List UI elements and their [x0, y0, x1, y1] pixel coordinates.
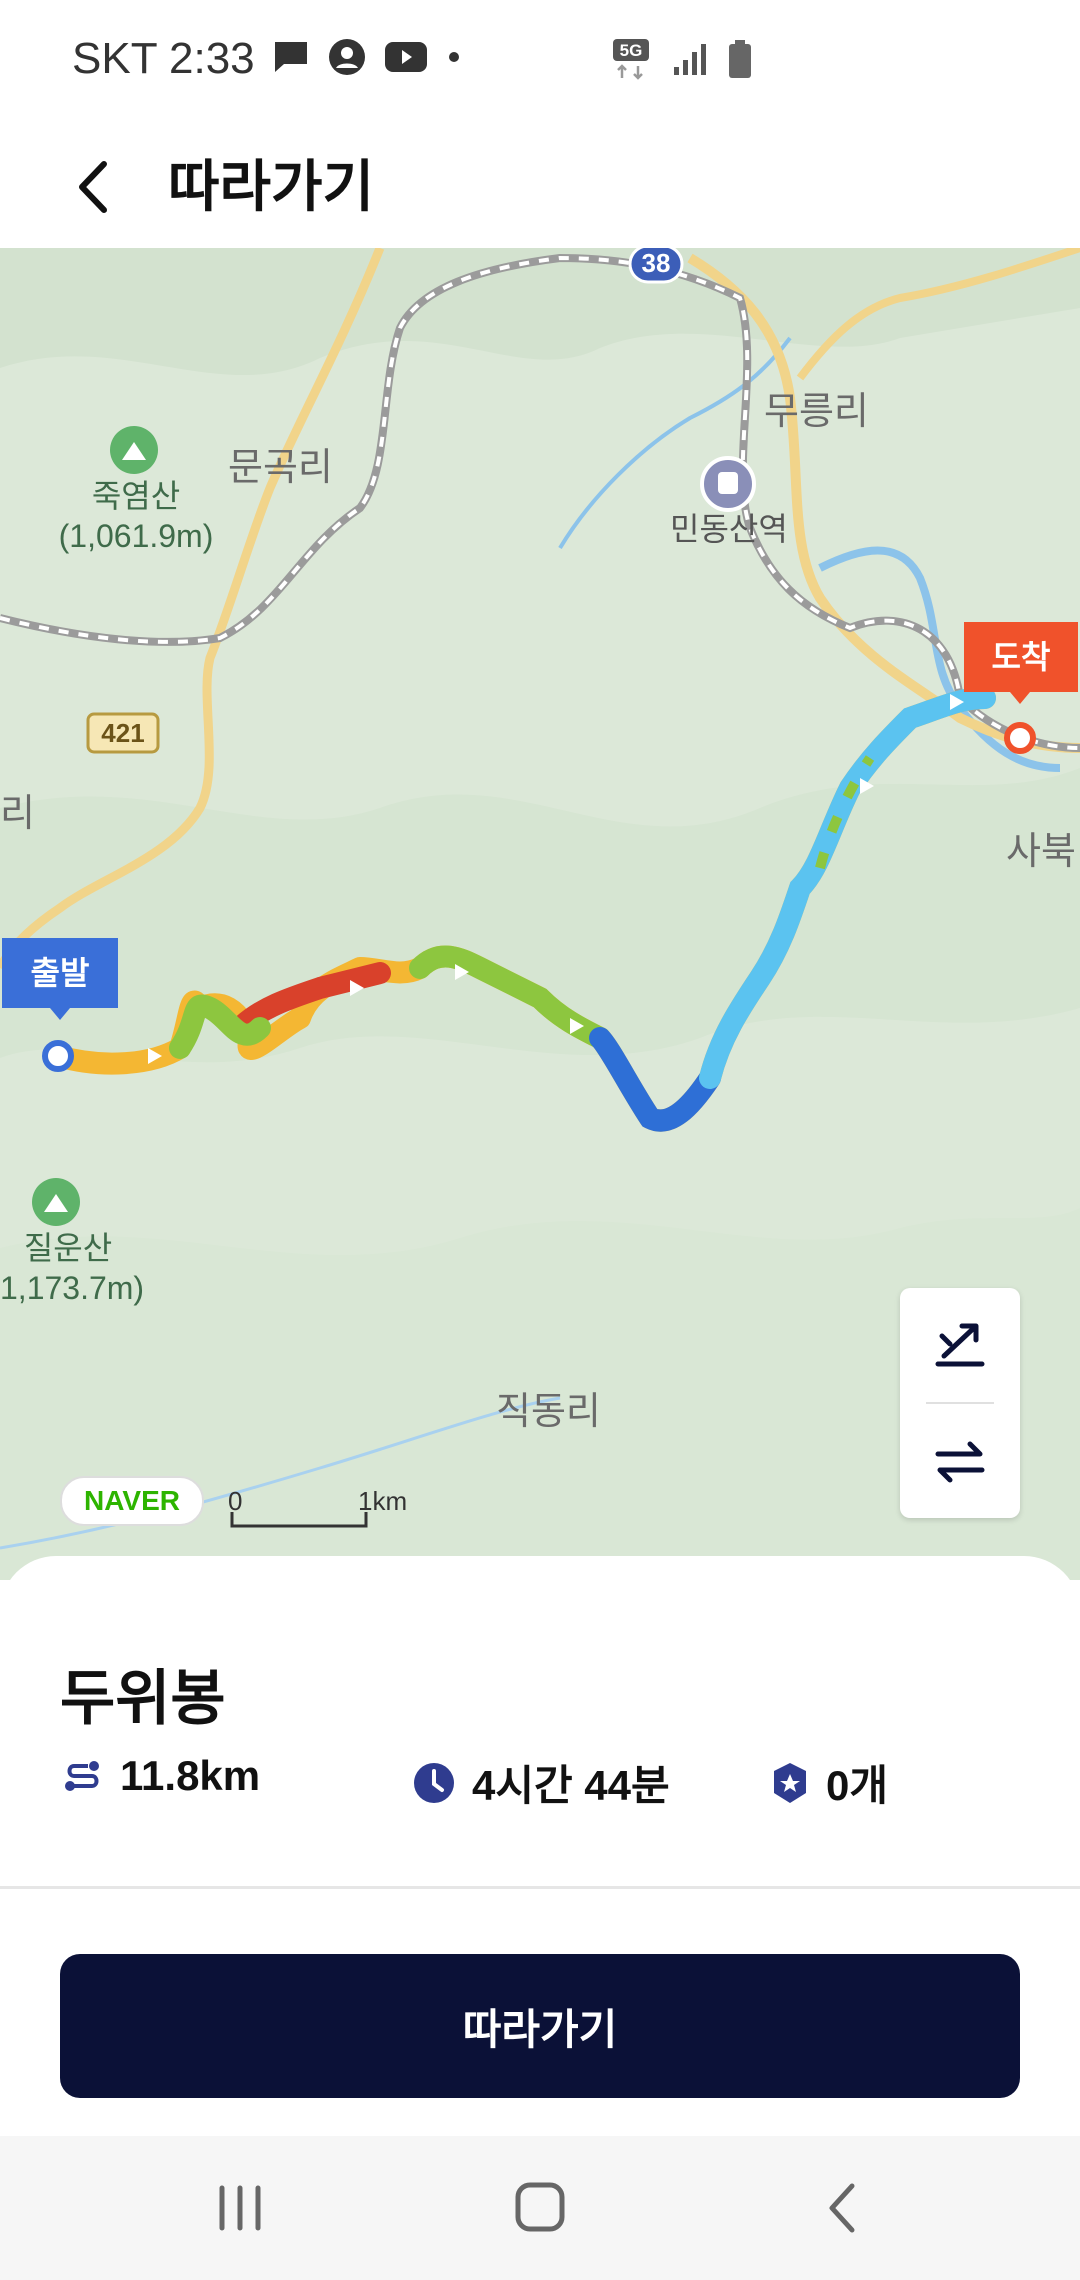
battery-icon [729, 40, 751, 78]
place-label-mureung: 무릉리 [764, 391, 869, 433]
place-label-edge: 리 [0, 793, 35, 835]
recent-apps-icon [219, 2185, 261, 2231]
stamp-count: 0개 [826, 1762, 888, 1809]
back-nav-button[interactable] [804, 2170, 884, 2246]
distance-stat: 11.8km [60, 1752, 260, 1800]
peak-label-jilun: 질운산 1,173.7m) [0, 1230, 145, 1306]
page-title: 따라가기 [168, 155, 375, 218]
trail-map[interactable]: 38 421 문곡리 무릉리 민동산역 사북 직동리 리 죽염산 (1,061.… [0, 248, 1080, 1580]
network-type: 5G [620, 41, 643, 60]
place-label-munkok: 문곡리 [228, 447, 333, 489]
distance-value: 11.8km [120, 1752, 261, 1799]
place-label-sabuk: 사북 [1006, 831, 1076, 873]
signal-icon [674, 44, 706, 75]
stamp-badge-icon [774, 1762, 806, 1803]
trail-info-sheet: 두위봉 11.8km 4시간 44분 0개 따라가기 [0, 1556, 1080, 2136]
elevation-toggle-icon [935, 1323, 985, 1367]
start-flag-label: 출발 [2, 938, 118, 1008]
end-flag-label: 도착 [964, 622, 1078, 692]
start-flag[interactable]: 출발 [2, 938, 118, 1020]
app-bar: 따라가기 [0, 120, 1080, 248]
map-scale: 0 1km [228, 1486, 418, 1536]
stamp-stat: 0개 [770, 1752, 888, 1813]
controls-divider [926, 1402, 994, 1404]
youtube-icon [385, 42, 427, 72]
road-421-label: 421 [101, 718, 144, 748]
back-button[interactable] [62, 142, 152, 232]
5g-icon: 5G [613, 39, 649, 80]
duration-value: 4시간 44분 [472, 1762, 670, 1809]
status-bar: SKT 2:33 5G [0, 0, 1080, 120]
notification-icons [272, 38, 462, 76]
clock-icon [414, 1762, 454, 1803]
elevation-toggle-button[interactable] [900, 1288, 1020, 1400]
chevron-left-icon [79, 161, 107, 213]
end-flag[interactable]: 도착 [964, 622, 1078, 704]
map-controls [900, 1288, 1020, 1518]
naver-logo: NAVER [60, 1476, 204, 1526]
home-button[interactable] [500, 2170, 580, 2246]
place-label-jikdong: 직동리 [496, 1391, 601, 1433]
follow-button[interactable]: 따라가기 [60, 1954, 1020, 2098]
status-carrier-time: SKT 2:33 [72, 34, 255, 83]
trail-name: 두위봉 [60, 1665, 226, 1732]
message-icon [275, 42, 307, 72]
recent-apps-button[interactable] [200, 2170, 280, 2246]
account-icon [329, 39, 365, 75]
reverse-route-icon [935, 1441, 985, 1483]
place-label-mindong-station: 민동산역 [670, 511, 788, 547]
peak-label-jukyeom: 죽염산 (1,061.9m) [58, 478, 214, 554]
start-flag-tail [50, 1008, 70, 1020]
trail-stats: 11.8km 4시간 44분 0개 [60, 1752, 1020, 1822]
route-distance-icon [65, 1761, 99, 1791]
back-icon [829, 2183, 855, 2233]
dot-icon [449, 52, 459, 62]
system-status-icons: 5G [612, 38, 752, 80]
road-38-label: 38 [642, 248, 671, 278]
home-icon [515, 2182, 565, 2232]
scale-bar [230, 1512, 368, 1528]
end-flag-tail [1010, 692, 1030, 704]
sheet-divider [0, 1886, 1080, 1889]
duration-stat: 4시간 44분 [412, 1752, 670, 1813]
reverse-route-button[interactable] [900, 1406, 1020, 1518]
system-nav-bar [0, 2136, 1080, 2280]
